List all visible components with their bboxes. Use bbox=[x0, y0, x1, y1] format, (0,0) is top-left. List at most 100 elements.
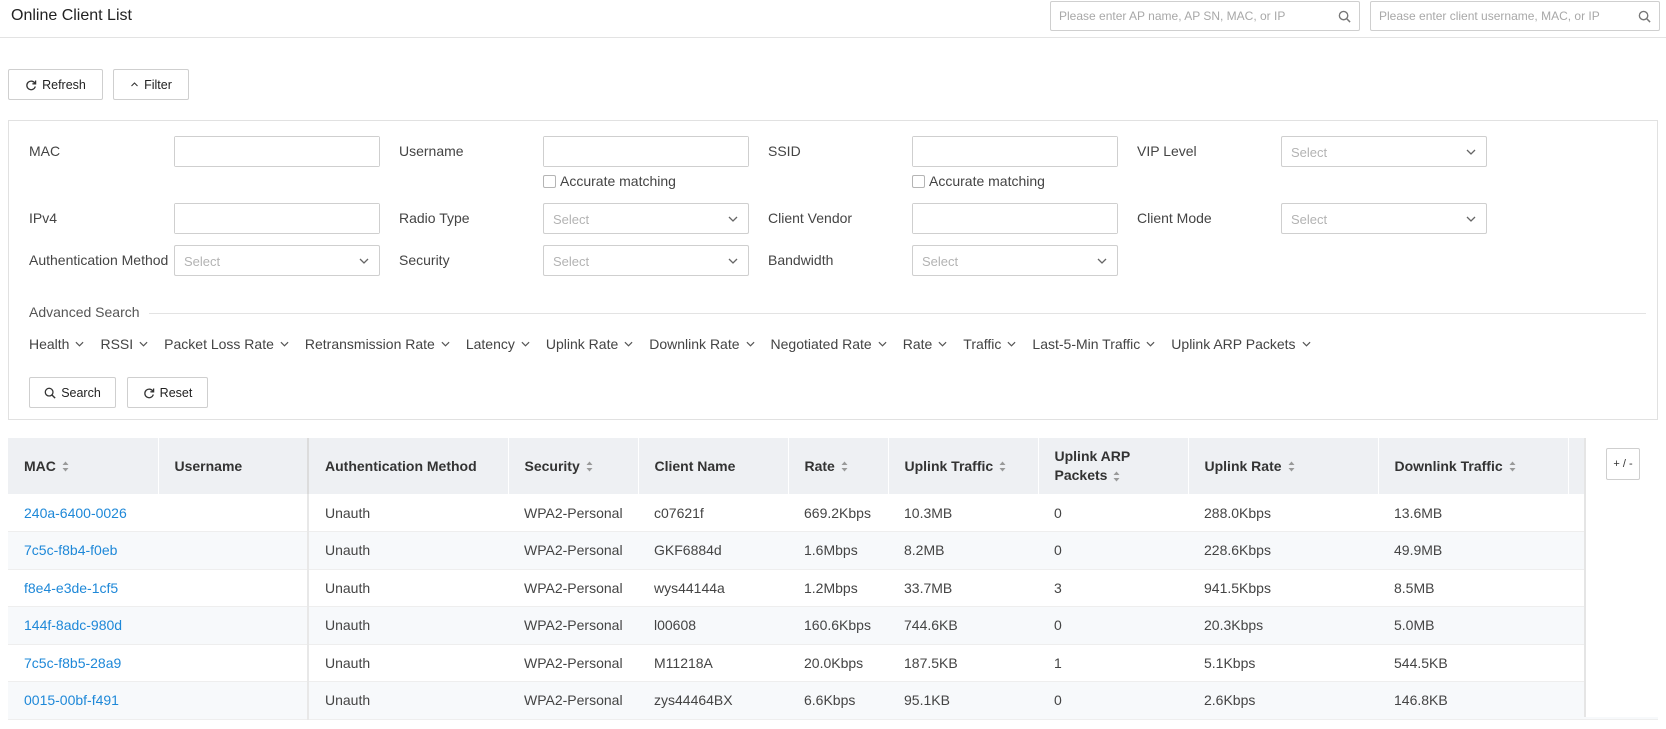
col-header-mac[interactable]: MAC bbox=[8, 438, 159, 494]
table-row: 7c5c-f8b4-f0eb Unauth WPA2-Personal GKF6… bbox=[8, 531, 1658, 570]
search-icon[interactable] bbox=[1338, 10, 1351, 23]
table-header-row: MAC Username Authentication Method Secur… bbox=[8, 438, 1658, 494]
ipv4-filter-field[interactable] bbox=[175, 204, 379, 233]
search-label: Search bbox=[61, 385, 101, 400]
mac-link[interactable]: 7c5c-f8b4-f0eb bbox=[8, 531, 158, 570]
checkbox-icon[interactable] bbox=[543, 174, 556, 188]
adv-item-retransmission-rate[interactable]: Retransmission Rate bbox=[305, 336, 450, 352]
sort-icon[interactable] bbox=[1509, 461, 1516, 472]
advanced-search-title: Advanced Search bbox=[29, 304, 140, 320]
checkbox-icon[interactable] bbox=[912, 174, 925, 188]
adv-item-rate[interactable]: Rate bbox=[903, 336, 948, 352]
cell-uplink-arp: 0 bbox=[1038, 531, 1188, 570]
accurate-matching-label: Accurate matching bbox=[929, 173, 1045, 189]
cell-uplink-rate: 288.0Kbps bbox=[1188, 494, 1378, 532]
auth-method-select[interactable]: Select bbox=[174, 245, 380, 276]
ssid-filter-input[interactable] bbox=[912, 136, 1118, 167]
mac-filter-field[interactable] bbox=[175, 137, 379, 166]
adv-item-traffic[interactable]: Traffic bbox=[963, 336, 1016, 352]
col-header-downlink-traffic[interactable]: Downlink Traffic bbox=[1378, 438, 1569, 494]
sort-icon[interactable] bbox=[1288, 461, 1295, 472]
sort-icon[interactable] bbox=[586, 461, 593, 472]
cell-auth-method: Unauth bbox=[308, 569, 508, 607]
adv-item-health[interactable]: Health bbox=[29, 336, 84, 352]
username-accurate-matching-checkbox[interactable]: Accurate matching bbox=[543, 173, 676, 189]
adv-item-label: RSSI bbox=[100, 336, 134, 352]
col-header-uplink-rate[interactable]: Uplink Rate bbox=[1188, 438, 1379, 494]
cell-uplink-rate: 941.5Kbps bbox=[1188, 569, 1378, 607]
col-header-label: Client Name bbox=[654, 457, 736, 474]
client-search-input[interactable] bbox=[1371, 2, 1659, 30]
col-header-uplink-arp-packets[interactable]: Uplink ARP Packets bbox=[1038, 438, 1189, 494]
adv-item-rssi[interactable]: RSSI bbox=[100, 336, 148, 352]
sort-icon[interactable] bbox=[1113, 471, 1120, 482]
cell-rate: 1.6Mbps bbox=[788, 531, 888, 570]
adv-item-packet-loss-rate[interactable]: Packet Loss Rate bbox=[164, 336, 289, 352]
username-filter-label: Username bbox=[399, 143, 464, 159]
chevron-down-icon bbox=[728, 258, 738, 264]
mac-link[interactable]: 7c5c-f8b5-28a9 bbox=[8, 644, 158, 682]
client-search-box[interactable] bbox=[1370, 1, 1660, 31]
search-button[interactable]: Search bbox=[29, 377, 116, 408]
cell-downlink-traffic: 544.5KB bbox=[1378, 644, 1568, 682]
adv-item-label: Retransmission Rate bbox=[304, 336, 435, 352]
adv-item-last-5-min-traffic[interactable]: Last-5-Min Traffic bbox=[1032, 336, 1155, 352]
client-vendor-filter-field[interactable] bbox=[913, 204, 1117, 233]
adv-item-negotiated-rate[interactable]: Negotiated Rate bbox=[771, 336, 887, 352]
ssid-filter-field[interactable] bbox=[913, 137, 1117, 166]
mac-link[interactable]: f8e4-e3de-1cf5 bbox=[8, 569, 158, 607]
adv-item-label: Rate bbox=[902, 336, 933, 352]
vip-level-select[interactable]: Select bbox=[1281, 136, 1487, 167]
filter-toggle-button[interactable]: Filter bbox=[113, 69, 189, 100]
client-vendor-filter-input[interactable] bbox=[912, 203, 1118, 234]
cell-uplink-arp: 0 bbox=[1038, 606, 1188, 645]
col-header-rate[interactable]: Rate bbox=[788, 438, 889, 494]
cell-client-name: l00608 bbox=[638, 606, 788, 645]
mac-link[interactable]: 0015-00bf-f491 bbox=[8, 681, 158, 720]
ssid-accurate-matching-checkbox[interactable]: Accurate matching bbox=[912, 173, 1045, 189]
ap-search-input[interactable] bbox=[1051, 2, 1359, 30]
mac-link[interactable]: 144f-8adc-980d bbox=[8, 606, 158, 645]
mac-link[interactable]: 240a-6400-0026 bbox=[8, 494, 158, 532]
cell-downlink-traffic: 13.6MB bbox=[1378, 494, 1568, 532]
col-header-security[interactable]: Security bbox=[508, 438, 639, 494]
select-placeholder: Select bbox=[184, 254, 221, 269]
radio-type-filter-label: Radio Type bbox=[399, 210, 470, 226]
username-filter-field[interactable] bbox=[544, 137, 748, 166]
security-select[interactable]: Select bbox=[543, 245, 749, 276]
page-title: Online Client List bbox=[11, 7, 132, 24]
sort-icon[interactable] bbox=[841, 461, 848, 472]
adv-item-latency[interactable]: Latency bbox=[466, 336, 530, 352]
chevron-down-icon bbox=[1146, 341, 1155, 347]
refresh-icon bbox=[26, 79, 37, 90]
cell-uplink-traffic: 10.3MB bbox=[888, 494, 1038, 532]
chevron-down-icon bbox=[280, 341, 289, 347]
client-mode-filter-label: Client Mode bbox=[1137, 210, 1212, 226]
username-filter-input[interactable] bbox=[543, 136, 749, 167]
adv-item-uplink-arp-packets[interactable]: Uplink ARP Packets bbox=[1171, 336, 1311, 352]
adv-item-uplink-rate[interactable]: Uplink Rate bbox=[546, 336, 633, 352]
sort-icon[interactable] bbox=[62, 461, 69, 472]
sort-icon[interactable] bbox=[999, 461, 1006, 472]
client-mode-select[interactable]: Select bbox=[1281, 203, 1487, 234]
ipv4-filter-input[interactable] bbox=[174, 203, 380, 234]
chevron-down-icon bbox=[359, 258, 369, 264]
mac-filter-input[interactable] bbox=[174, 136, 380, 167]
mac-filter-label: MAC bbox=[29, 143, 61, 159]
col-header-label: MAC bbox=[24, 457, 56, 474]
adv-item-downlink-rate[interactable]: Downlink Rate bbox=[649, 336, 755, 352]
radio-type-select[interactable]: Select bbox=[543, 203, 749, 234]
select-placeholder: Select bbox=[1291, 145, 1328, 160]
column-toggle-button[interactable]: + / - bbox=[1606, 448, 1640, 480]
adv-item-label: Health bbox=[29, 336, 70, 352]
col-header-uplink-traffic[interactable]: Uplink Traffic bbox=[888, 438, 1039, 494]
cell-username bbox=[158, 569, 309, 607]
reset-button[interactable]: Reset bbox=[127, 377, 208, 408]
cell-uplink-rate: 20.3Kbps bbox=[1188, 606, 1378, 645]
ap-search-box[interactable] bbox=[1050, 1, 1360, 31]
chevron-down-icon bbox=[521, 341, 530, 347]
refresh-button[interactable]: Refresh bbox=[8, 69, 103, 100]
select-placeholder: Select bbox=[1291, 212, 1328, 227]
search-icon[interactable] bbox=[1638, 10, 1651, 23]
bandwidth-select[interactable]: Select bbox=[912, 245, 1118, 276]
